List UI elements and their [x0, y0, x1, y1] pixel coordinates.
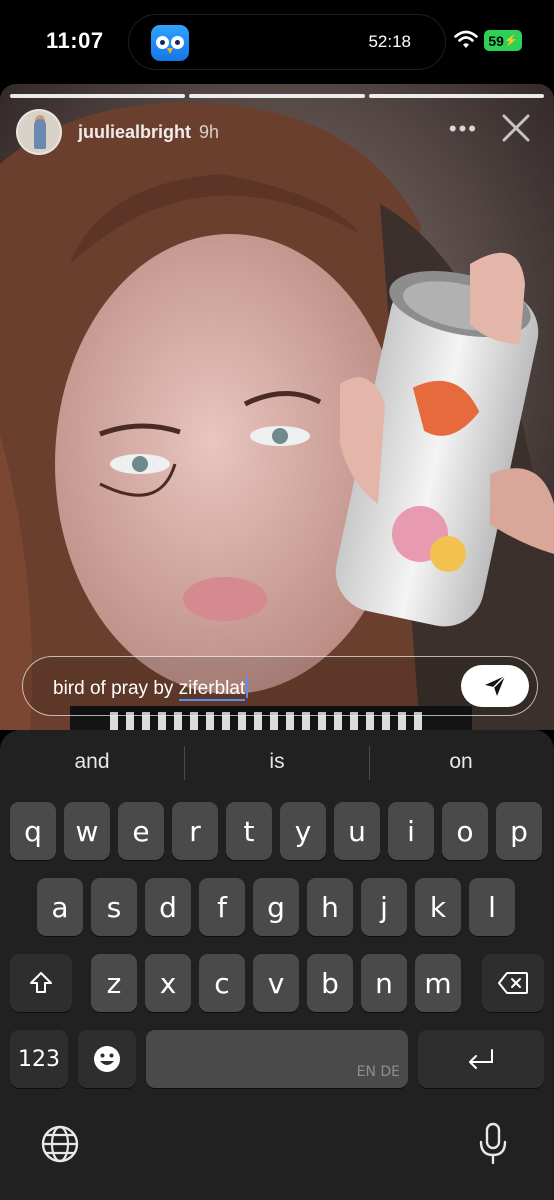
key-h[interactable]: h: [307, 878, 353, 936]
key-g[interactable]: g: [253, 878, 299, 936]
island-timer: 52:18: [368, 32, 411, 51]
key-e[interactable]: e: [118, 802, 164, 860]
key-a[interactable]: a: [37, 878, 83, 936]
emoji-key[interactable]: [78, 1030, 136, 1088]
shift-key[interactable]: [10, 954, 72, 1012]
suggestion-item[interactable]: on: [386, 750, 536, 774]
key-l[interactable]: l: [469, 878, 515, 936]
progress-segment: [368, 94, 544, 98]
reply-text-autocorrect: ziferblat: [178, 678, 246, 701]
backspace-icon: [498, 972, 528, 994]
shift-icon: [30, 972, 52, 993]
clock: 11:07: [46, 28, 104, 53]
globe-icon[interactable]: [40, 1124, 80, 1164]
suggestion-bar: and is on: [0, 730, 554, 796]
space-language-label: EN DE: [356, 1064, 400, 1080]
story-viewer[interactable]: juuliealbright 9h ••• bird of pray by zi…: [0, 84, 554, 730]
text-cursor: [246, 676, 249, 698]
close-icon[interactable]: [498, 110, 534, 146]
key-m[interactable]: m: [415, 954, 461, 1012]
key-y[interactable]: y: [280, 802, 326, 860]
owl-app-icon: [151, 25, 189, 61]
reply-text-plain: bird of pray by: [53, 678, 179, 699]
more-options-button[interactable]: •••: [449, 116, 478, 142]
key-p[interactable]: p: [496, 802, 542, 860]
key-u[interactable]: u: [334, 802, 380, 860]
key-k[interactable]: k: [415, 878, 461, 936]
key-o[interactable]: o: [442, 802, 488, 860]
key-q[interactable]: q: [10, 802, 56, 860]
emoji-icon: [94, 1046, 120, 1072]
status-bar: 11:07 52:18 59 ⚡: [0, 0, 554, 84]
key-d[interactable]: d: [145, 878, 191, 936]
story-progress-bar: [10, 94, 544, 98]
send-icon: [485, 675, 506, 696]
key-x[interactable]: x: [145, 954, 191, 1012]
space-key[interactable]: EN DE: [146, 1030, 408, 1088]
key-n[interactable]: n: [361, 954, 407, 1012]
story-header: juuliealbright 9h •••: [16, 108, 544, 156]
return-key[interactable]: [418, 1030, 544, 1088]
progress-segment: [189, 94, 365, 98]
return-icon: [469, 1049, 493, 1069]
key-j[interactable]: j: [361, 878, 407, 936]
key-r[interactable]: r: [172, 802, 218, 860]
send-button[interactable]: [461, 665, 529, 707]
key-f[interactable]: f: [199, 878, 245, 936]
reply-input[interactable]: bird of pray by ziferblat: [22, 656, 538, 716]
key-z[interactable]: z: [91, 954, 137, 1012]
key-c[interactable]: c: [199, 954, 245, 1012]
key-b[interactable]: b: [307, 954, 353, 1012]
key-s[interactable]: s: [91, 878, 137, 936]
story-photo: [0, 84, 554, 730]
key-i[interactable]: i: [388, 802, 434, 860]
key-t[interactable]: t: [226, 802, 272, 860]
wifi-icon: [454, 30, 478, 48]
reply-text: bird of pray by ziferblat: [53, 676, 249, 701]
battery-indicator: 59 ⚡: [484, 30, 522, 51]
suggestion-item[interactable]: and: [17, 750, 167, 774]
backspace-key[interactable]: [482, 954, 544, 1012]
avatar[interactable]: [16, 109, 62, 155]
battery-level: 59: [488, 32, 504, 49]
keyboard: and is on q w e r t y u i o p a s d f g …: [0, 730, 554, 1200]
dynamic-island[interactable]: 52:18: [128, 14, 446, 70]
numbers-key[interactable]: 123: [10, 1030, 68, 1088]
progress-segment: [10, 94, 186, 98]
microphone-icon[interactable]: [478, 1122, 508, 1166]
key-v[interactable]: v: [253, 954, 299, 1012]
story-username[interactable]: juuliealbright: [78, 122, 191, 143]
suggestion-item[interactable]: is: [202, 750, 352, 774]
story-age: 9h: [199, 121, 220, 142]
key-w[interactable]: w: [64, 802, 110, 860]
